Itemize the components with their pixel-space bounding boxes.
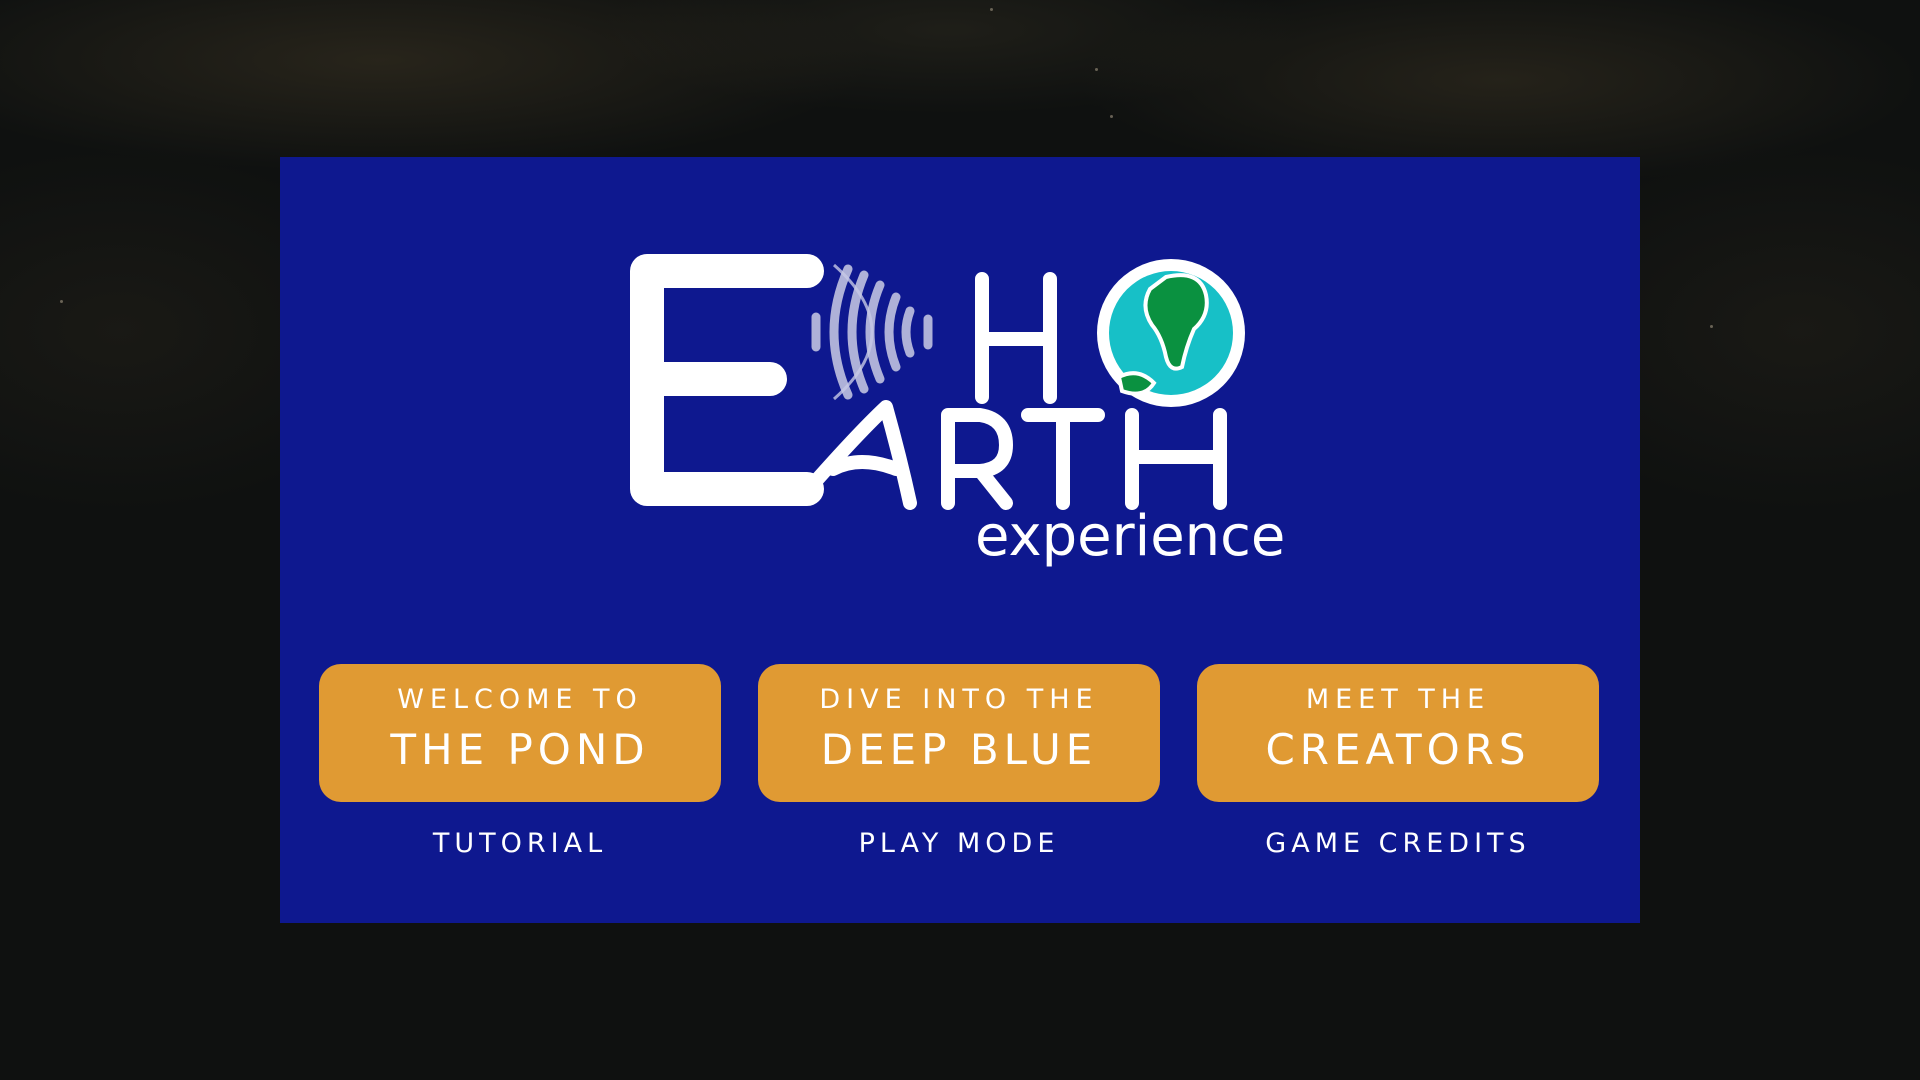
button-line-1: MEET THE [1305,684,1491,715]
dive-into-the-deep-blue-button[interactable]: DIVE INTO THE DEEP BLUE [758,664,1160,802]
button-line-2: DEEP BLUE [820,725,1098,774]
globe-icon [1097,259,1245,407]
button-line-2: CREATORS [1265,725,1531,774]
main-menu: WELCOME TO THE POND TUTORIAL DIVE INTO T… [280,664,1640,864]
star [1095,68,1098,71]
button-line-1: DIVE INTO THE [819,684,1099,715]
main-menu-panel: experience WELCOME TO THE POND TUTORIAL … [280,157,1640,923]
star [60,300,63,303]
button-line-2: THE POND [390,725,650,774]
tutorial-caption: TUTORIAL [432,828,608,859]
meet-the-creators-button[interactable]: MEET THE CREATORS [1197,664,1599,802]
logo-letter-t [1021,408,1105,510]
logo-letter-h [975,272,1057,404]
logo-letter-h2 [1125,408,1227,510]
star [1110,115,1113,118]
logo-letter-r [941,408,1013,510]
menu-item-credits: MEET THE CREATORS GAME CREDITS [1197,664,1599,859]
menu-item-tutorial: WELCOME TO THE POND TUTORIAL [319,664,721,859]
logo-letter-a [793,400,917,510]
welcome-to-the-pond-button[interactable]: WELCOME TO THE POND [319,664,721,802]
game-credits-caption: GAME CREDITS [1265,828,1531,859]
star [990,8,993,11]
play-mode-caption: PLAY MODE [858,828,1060,859]
button-line-1: WELCOME TO [397,684,643,715]
logo-letter-e [630,254,824,506]
menu-item-play: DIVE INTO THE DEEP BLUE PLAY MODE [758,664,1160,859]
logo-subtitle: experience [975,504,1286,569]
star [1710,325,1713,328]
